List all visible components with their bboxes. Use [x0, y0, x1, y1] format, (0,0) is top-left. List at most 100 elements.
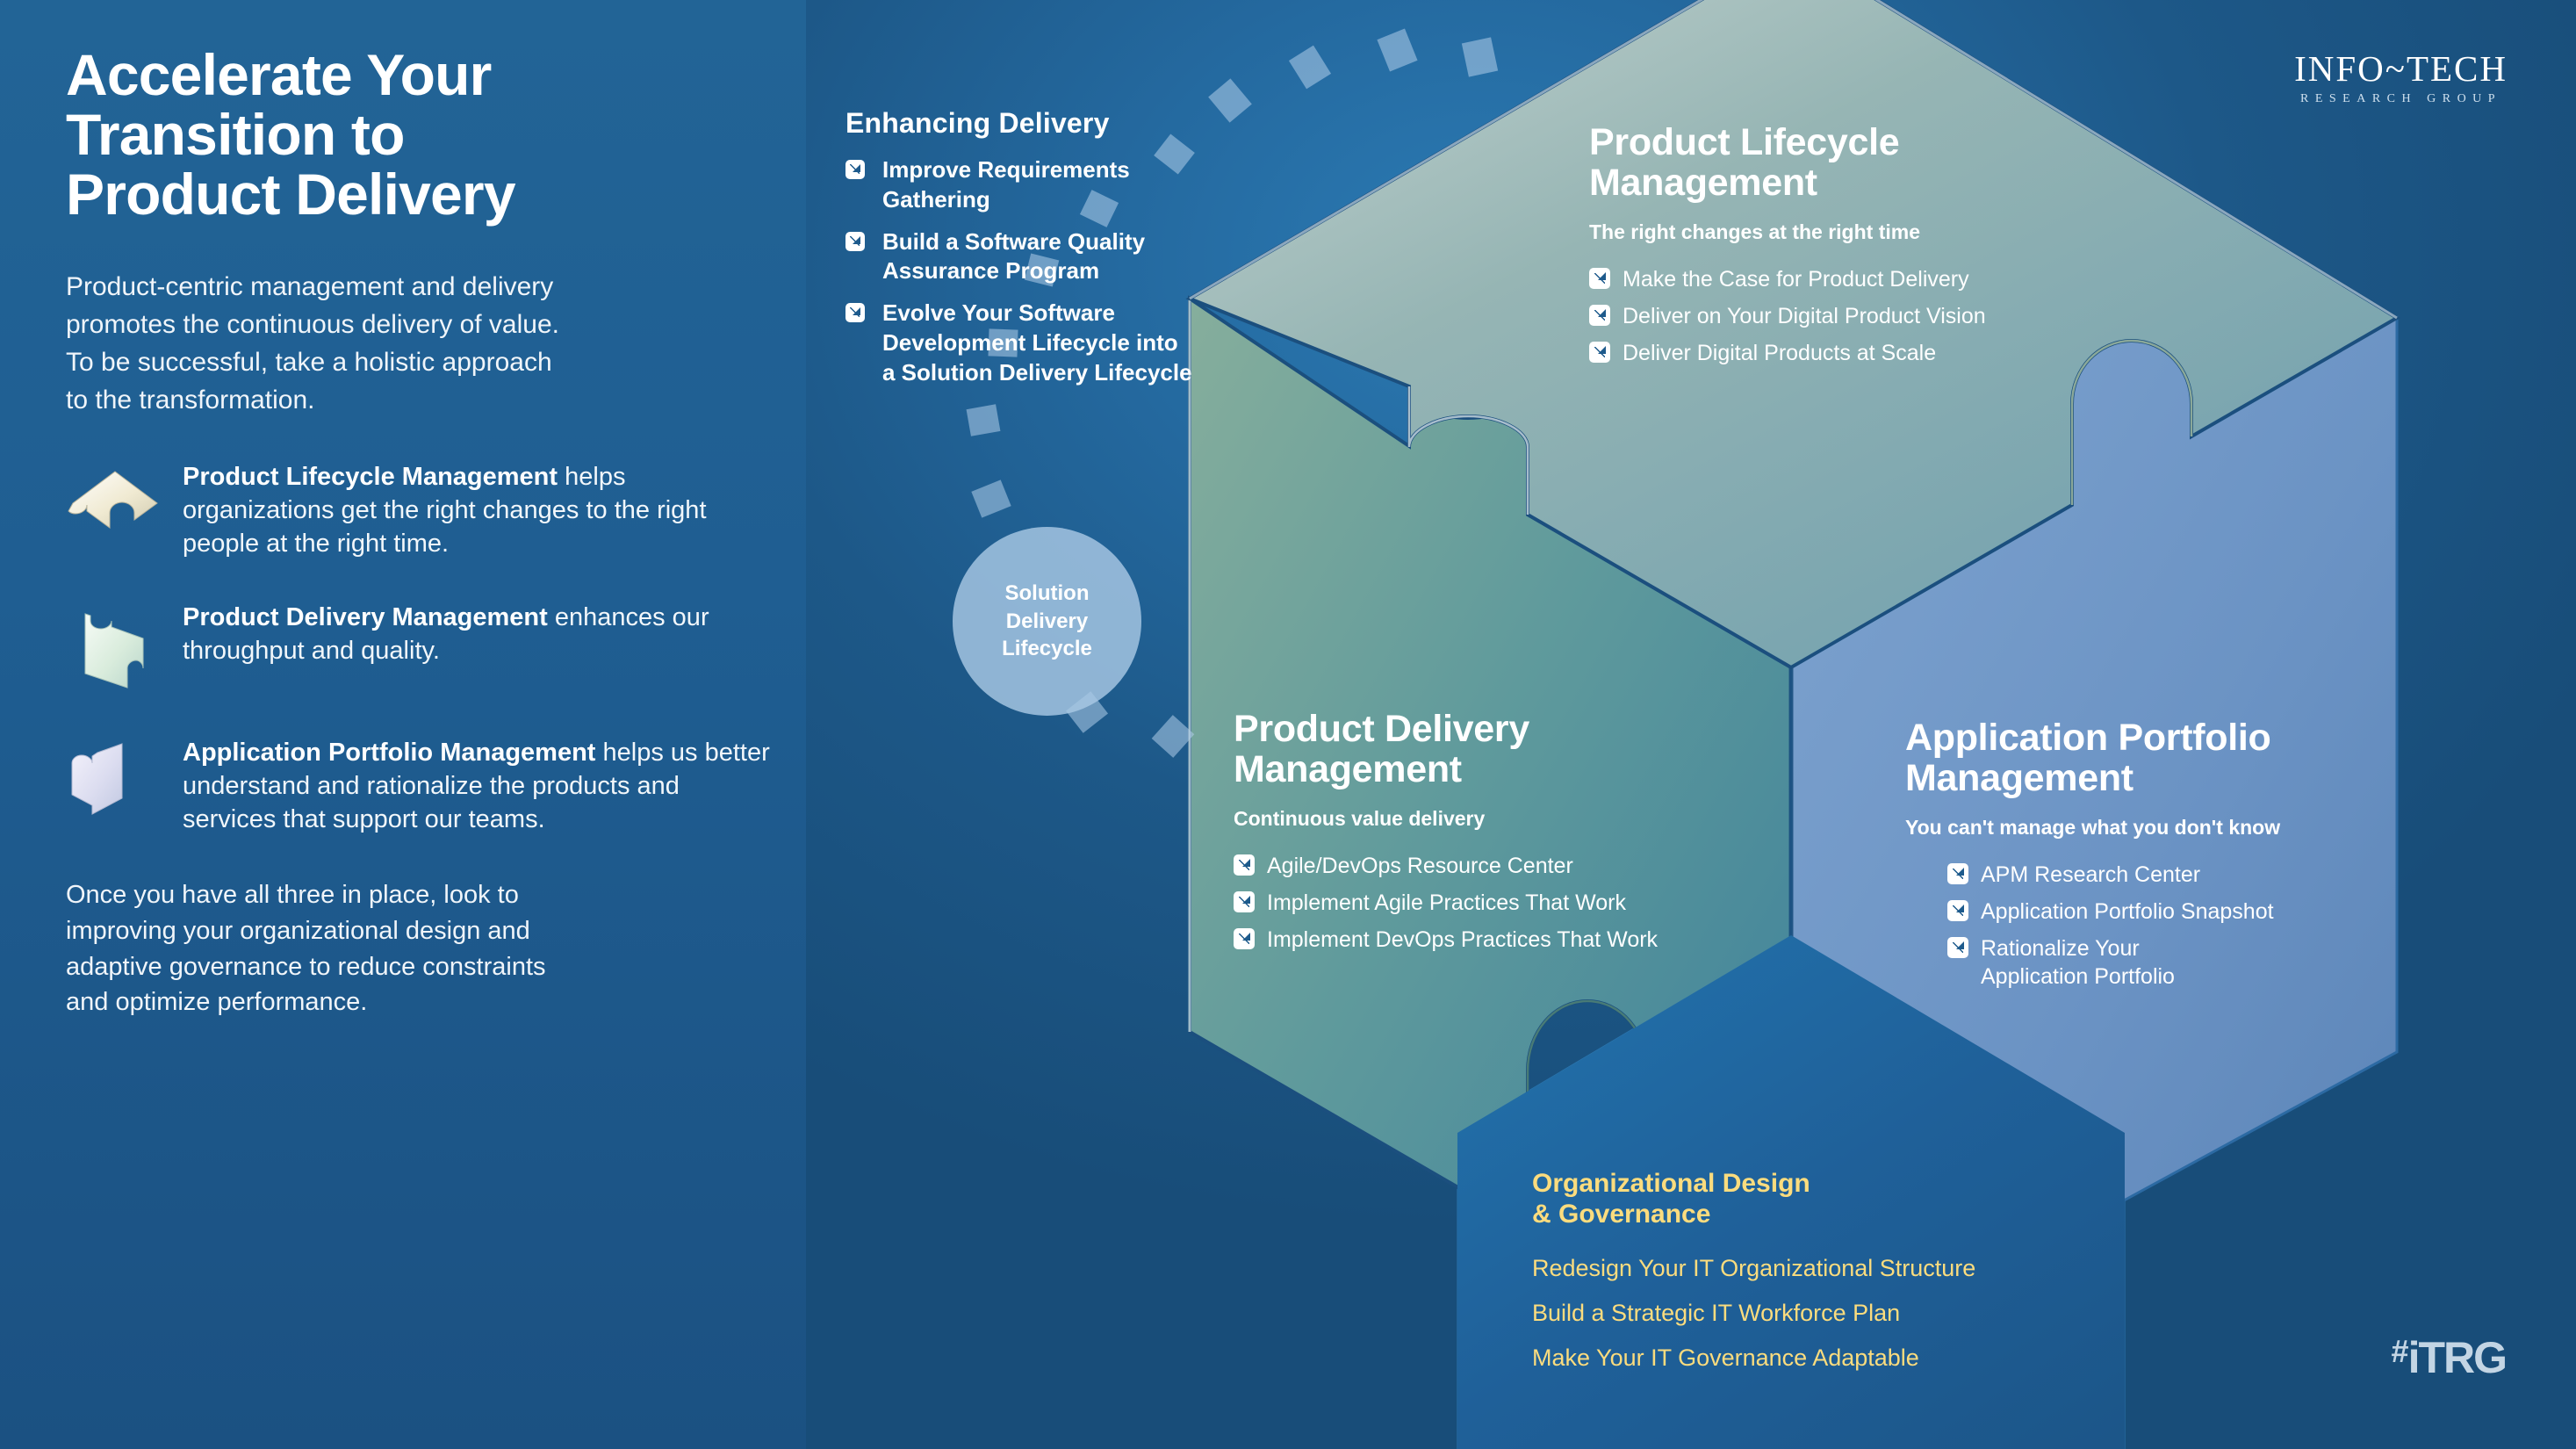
- pdm-link-implement-agile-practices-that-work[interactable]: Implement Agile Practices That Work: [1234, 889, 1778, 917]
- apm-subtitle: You can't manage what you don't know: [1905, 816, 2281, 840]
- headline-line-1: Accelerate Your: [66, 42, 492, 107]
- puzzle-piece-right-icon: [66, 740, 164, 825]
- apm-link-label: Rationalize Your Application Portfolio: [1981, 936, 2175, 990]
- plm-link-label: Make the Case for Product Delivery: [1623, 267, 1969, 292]
- pdm-link-implement-devops-practices-that-work[interactable]: Implement DevOps Practices That Work: [1234, 926, 1778, 954]
- plm-subtitle: The right changes at the right time: [1589, 220, 1920, 244]
- solution-delivery-lifecycle-badge: Solution Delivery Lifecycle: [953, 527, 1141, 716]
- outro-line-2: improving your organizational design and: [66, 916, 530, 945]
- pdm-link-label: Implement DevOps Practices That Work: [1267, 927, 1659, 953]
- plm-title: Product Lifecycle Management: [1589, 121, 2151, 204]
- plm-title-line-1: Product Lifecycle: [1589, 121, 1900, 163]
- pdm-subtitle: Continuous value delivery: [1234, 807, 1486, 831]
- plm-title-line-2: Management: [1589, 161, 1817, 204]
- enhancing-delivery-section: Enhancing Delivery Improve Requirements …: [845, 107, 1197, 400]
- pdm-title: Product Delivery Management: [1234, 708, 1778, 790]
- sdl-line-3: Lifecycle: [1002, 637, 1092, 661]
- page-title: Accelerate Your Transition to Product De…: [66, 42, 777, 227]
- hash-symbol: #: [2391, 1333, 2409, 1369]
- intro-line-4: to the transformation.: [66, 385, 315, 415]
- odg-title-line-1: Organizational Design: [1532, 1169, 1810, 1198]
- external-link-icon: [1234, 891, 1255, 913]
- outro-line-4: and optimize performance.: [66, 988, 368, 1017]
- plm-link-deliver-digital-products-at-scale[interactable]: Deliver Digital Products at Scale: [1589, 339, 2151, 367]
- puzzle-piece-top-icon: [66, 465, 164, 549]
- keyword-bold-label: Product Delivery Management: [183, 603, 548, 632]
- outro-paragraph: Once you have all three in place, look t…: [66, 877, 777, 1020]
- headline-line-3: Product Delivery: [66, 161, 516, 227]
- intro-line-1: Product-centric management and delivery: [66, 271, 554, 301]
- pdm-link-label: Implement Agile Practices That Work: [1267, 890, 1626, 916]
- external-link-icon: [1234, 928, 1255, 950]
- enhancing-delivery-list: Improve Requirements Gathering Build a S…: [845, 155, 1197, 388]
- sdl-line-1: Solution: [1004, 580, 1090, 605]
- enhancing-item-evolve-software-development-lifecycle[interactable]: Evolve Your Software Development Lifecyc…: [845, 299, 1197, 387]
- keyword-text: Application Portfolio Management helps u…: [183, 737, 777, 837]
- itrg-wordmark: iTRG: [2407, 1333, 2508, 1382]
- apm-title-line-2: Management: [1905, 756, 2133, 799]
- plm-link-label: Deliver on Your Digital Product Vision: [1623, 304, 1986, 329]
- sdl-line-2: Delivery: [1005, 609, 1089, 633]
- external-link-icon: [1589, 305, 1610, 327]
- keyword-item-product-delivery-management: Product Delivery Management enhances our…: [66, 602, 777, 696]
- outro-line-3: adaptive governance to reduce constraint…: [66, 952, 546, 981]
- external-link-icon: [845, 160, 865, 179]
- plm-link-deliver-on-your-digital-product-vision[interactable]: Deliver on Your Digital Product Vision: [1589, 302, 2151, 330]
- left-column: Accelerate Your Transition to Product De…: [66, 42, 777, 1020]
- apm-link-rationalize-your-application-portfolio[interactable]: Rationalize Your Application Portfolio: [1947, 934, 2211, 991]
- pdm-link-list: Agile/DevOps Resource Center Implement A…: [1234, 852, 1778, 954]
- enhancing-item-label: Evolve Your Software Development Lifecyc…: [882, 299, 1192, 386]
- external-link-icon: [1947, 863, 1968, 885]
- apm-title-line-1: Application Portfolio: [1905, 717, 2271, 759]
- pdm-title-line-2: Management: [1234, 747, 1462, 790]
- pdm-link-label: Agile/DevOps Resource Center: [1267, 854, 1573, 879]
- headline-line-2: Transition to: [66, 101, 405, 167]
- pdm-link-agile-devops-resource-center[interactable]: Agile/DevOps Resource Center: [1234, 852, 1778, 880]
- plm-link-list: Make the Case for Product Delivery Deliv…: [1589, 265, 2151, 367]
- keyword-text: Product Lifecycle Management helps organ…: [183, 461, 777, 561]
- plm-link-label: Deliver Digital Products at Scale: [1623, 341, 1937, 366]
- outro-line-1: Once you have all three in place, look t…: [66, 881, 519, 910]
- external-link-icon: [1947, 937, 1968, 959]
- odg-list: Redesign Your IT Organizational Structur…: [1532, 1255, 2164, 1372]
- info-tech-research-group-logo: INFO~TECH RESEARCH GROUP: [2294, 51, 2508, 105]
- apm-title: Application Portfolio Management: [1905, 717, 2467, 799]
- odg-item-redesign-your-it-organizational-structure[interactable]: Redesign Your IT Organizational Structur…: [1532, 1255, 2164, 1282]
- intro-line-2: promotes the continuous delivery of valu…: [66, 309, 559, 339]
- odg-item-build-a-strategic-it-workforce-plan[interactable]: Build a Strategic IT Workforce Plan: [1532, 1300, 2164, 1327]
- external-link-icon: [1947, 900, 1968, 922]
- apm-link-apm-research-center[interactable]: APM Research Center: [1947, 861, 2467, 889]
- external-link-icon: [845, 303, 865, 323]
- pdm-title-line-1: Product Delivery: [1234, 708, 1529, 750]
- odg-title-line-2: & Governance: [1532, 1200, 1711, 1229]
- enhancing-item-build-software-quality-assurance-program[interactable]: Build a Software Quality Assurance Progr…: [845, 227, 1197, 287]
- apm-link-label: Application Portfolio Snapshot: [1981, 899, 2274, 925]
- keyword-text: Product Delivery Management enhances our…: [183, 602, 777, 668]
- enhancing-item-label: Build a Software Quality Assurance Progr…: [882, 227, 1146, 285]
- research-group-wordmark: RESEARCH GROUP: [2300, 92, 2502, 105]
- plm-link-make-the-case-for-product-delivery[interactable]: Make the Case for Product Delivery: [1589, 265, 2151, 293]
- apm-link-list: APM Research Center Application Portfoli…: [1947, 861, 2467, 991]
- keyword-list: Product Lifecycle Management helps organ…: [66, 461, 777, 837]
- external-link-icon: [1589, 342, 1610, 364]
- enhancing-item-label: Improve Requirements Gathering: [882, 156, 1130, 213]
- external-link-icon: [845, 231, 865, 251]
- keyword-item-product-lifecycle-management: Product Lifecycle Management helps organ…: [66, 461, 777, 561]
- enhancing-item-improve-requirements-gathering[interactable]: Improve Requirements Gathering: [845, 155, 1197, 215]
- panel-product-delivery-management: Product Delivery Management Continuous v…: [1234, 708, 1778, 962]
- intro-paragraph: Product-centric management and delivery …: [66, 269, 777, 420]
- apm-link-label: APM Research Center: [1981, 862, 2201, 888]
- external-link-icon: [1234, 854, 1255, 876]
- keyword-item-application-portfolio-management: Application Portfolio Management helps u…: [66, 737, 777, 837]
- puzzle-piece-left-icon: [66, 605, 164, 689]
- apm-link-application-portfolio-snapshot[interactable]: Application Portfolio Snapshot: [1947, 898, 2467, 926]
- odg-item-make-your-it-governance-adaptable[interactable]: Make Your IT Governance Adaptable: [1532, 1344, 2164, 1372]
- enhancing-delivery-title: Enhancing Delivery: [845, 107, 1110, 139]
- odg-title: Organizational Design & Governance: [1532, 1168, 2164, 1230]
- arc-dash-2: [966, 404, 1001, 436]
- external-link-icon: [1589, 268, 1610, 290]
- keyword-bold-label: Product Lifecycle Management: [183, 463, 558, 492]
- itrg-hashtag-logo: #iTRG: [2391, 1332, 2508, 1383]
- intro-line-3: To be successful, take a holistic approa…: [66, 347, 552, 377]
- keyword-bold-label: Application Portfolio Management: [183, 739, 596, 768]
